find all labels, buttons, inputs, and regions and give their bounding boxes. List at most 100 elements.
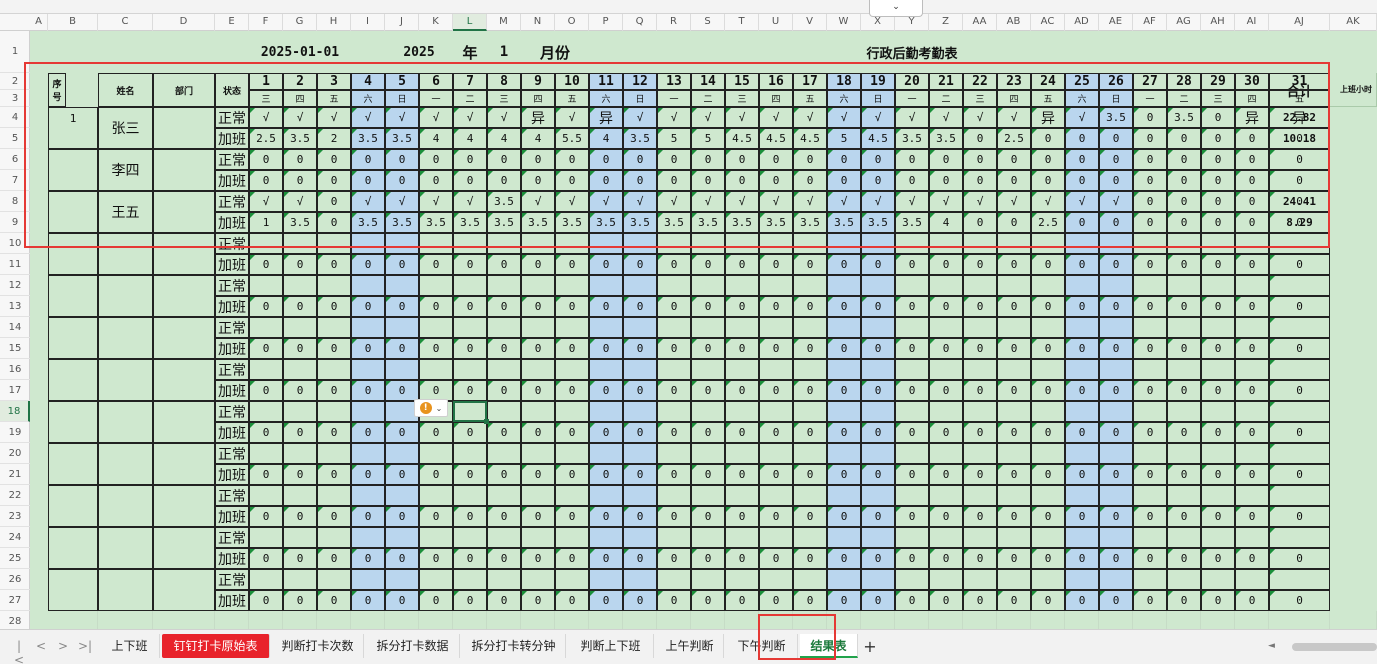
overtime-cell[interactable]: 0 xyxy=(963,128,997,149)
attendance-cell[interactable] xyxy=(1133,359,1167,380)
attendance-cell[interactable]: √ xyxy=(555,191,589,212)
overtime-cell[interactable]: 0 xyxy=(589,548,623,569)
overtime-cell[interactable]: 0 xyxy=(589,254,623,275)
overtime-cell[interactable]: 0 xyxy=(963,422,997,443)
row-header-5[interactable]: 5 xyxy=(0,128,30,149)
seq-cell[interactable] xyxy=(48,317,98,359)
status-overtime[interactable]: 加班 xyxy=(215,254,249,275)
day-header[interactable]: 14 xyxy=(691,73,725,90)
attendance-cell[interactable]: √ xyxy=(589,191,623,212)
attendance-cell[interactable]: √ xyxy=(249,191,283,212)
attendance-cell[interactable]: 0 xyxy=(249,149,283,170)
attendance-cell[interactable] xyxy=(827,485,861,506)
overtime-cell[interactable]: 0 xyxy=(691,338,725,359)
overtime-cell[interactable]: 0 xyxy=(725,506,759,527)
attendance-cell[interactable] xyxy=(725,359,759,380)
attendance-cell[interactable] xyxy=(419,527,453,548)
attendance-cell[interactable] xyxy=(1065,569,1099,590)
sheet-tab[interactable]: 钉钉打卡原始表 xyxy=(162,634,270,658)
attendance-cell[interactable] xyxy=(589,275,623,296)
overtime-cell[interactable]: 1 xyxy=(249,212,283,233)
total-cell[interactable] xyxy=(1269,359,1330,380)
empty-cell[interactable] xyxy=(861,611,895,629)
attendance-cell[interactable]: 0 xyxy=(963,149,997,170)
overtime-cell[interactable]: 0 xyxy=(725,548,759,569)
overtime-cell[interactable]: 0 xyxy=(623,548,657,569)
attendance-cell[interactable] xyxy=(385,317,419,338)
attendance-cell[interactable] xyxy=(1031,527,1065,548)
attendance-cell[interactable] xyxy=(861,569,895,590)
overtime-cell[interactable]: 0 xyxy=(861,170,895,191)
overtime-cell[interactable]: 0 xyxy=(317,380,351,401)
overtime-cell[interactable]: 0 xyxy=(827,380,861,401)
attendance-cell[interactable] xyxy=(793,275,827,296)
attendance-cell[interactable] xyxy=(1235,527,1269,548)
overtime-cell[interactable]: 0 xyxy=(997,254,1031,275)
attendance-cell[interactable] xyxy=(283,359,317,380)
overtime-cell[interactable]: 0 xyxy=(453,590,487,611)
attendance-cell[interactable] xyxy=(385,485,419,506)
overtime-cell[interactable]: 0 xyxy=(385,254,419,275)
attendance-cell[interactable] xyxy=(861,233,895,254)
overtime-cell[interactable]: 0 xyxy=(487,296,521,317)
weekday-header[interactable]: 五 xyxy=(793,90,827,107)
weekday-header[interactable]: 日 xyxy=(385,90,419,107)
overtime-cell[interactable]: 0 xyxy=(861,422,895,443)
attendance-cell[interactable] xyxy=(895,443,929,464)
overtime-cell[interactable]: 5 xyxy=(691,128,725,149)
overtime-cell[interactable]: 3.5 xyxy=(929,128,963,149)
attendance-cell[interactable] xyxy=(487,569,521,590)
overtime-cell[interactable]: 0 xyxy=(895,422,929,443)
column-header-af[interactable]: AF xyxy=(1133,14,1167,31)
attendance-cell[interactable]: √ xyxy=(453,191,487,212)
overtime-cell[interactable]: 0 xyxy=(453,296,487,317)
empty-cell[interactable] xyxy=(555,611,589,629)
attendance-cell[interactable] xyxy=(793,359,827,380)
row-header-21[interactable]: 21 xyxy=(0,464,30,485)
day-header[interactable]: 2 xyxy=(283,73,317,90)
overtime-cell[interactable]: 0 xyxy=(759,170,793,191)
day-header[interactable]: 8 xyxy=(487,73,521,90)
overtime-cell[interactable]: 0 xyxy=(589,338,623,359)
employee-name[interactable] xyxy=(98,275,153,317)
overtime-cell[interactable]: 0 xyxy=(895,506,929,527)
overtime-cell[interactable]: 0 xyxy=(589,464,623,485)
overtime-cell[interactable]: 0 xyxy=(419,380,453,401)
dept-cell[interactable] xyxy=(153,107,215,149)
empty-cell[interactable] xyxy=(48,611,98,629)
empty-cell[interactable] xyxy=(487,611,521,629)
attendance-cell[interactable] xyxy=(1099,485,1133,506)
overtime-cell[interactable]: 0 xyxy=(1065,296,1099,317)
empty-cell[interactable] xyxy=(98,611,153,629)
overtime-cell[interactable]: 3.5 xyxy=(385,128,419,149)
overtime-cell[interactable]: 0 xyxy=(1201,548,1235,569)
overtime-cell[interactable]: 0 xyxy=(1235,338,1269,359)
attendance-cell[interactable] xyxy=(1201,275,1235,296)
overtime-cell[interactable]: 0 xyxy=(1099,338,1133,359)
row-header-16[interactable]: 16 xyxy=(0,359,30,380)
weekday-header[interactable]: 四 xyxy=(997,90,1031,107)
overtime-cell[interactable]: 0 xyxy=(1133,338,1167,359)
overtime-cell[interactable]: 0 xyxy=(895,338,929,359)
overtime-cell[interactable]: 0 xyxy=(317,212,351,233)
empty-cell[interactable] xyxy=(1201,611,1235,629)
attendance-cell[interactable] xyxy=(657,275,691,296)
column-header-ae[interactable]: AE xyxy=(1099,14,1133,31)
attendance-cell[interactable] xyxy=(929,443,963,464)
total-normal[interactable] xyxy=(1269,149,1330,170)
day-header[interactable]: 1 xyxy=(249,73,283,90)
attendance-cell[interactable] xyxy=(351,275,385,296)
attendance-cell[interactable]: 0 xyxy=(793,149,827,170)
attendance-cell[interactable] xyxy=(963,317,997,338)
attendance-cell[interactable] xyxy=(1133,275,1167,296)
overtime-cell[interactable]: 0 xyxy=(725,254,759,275)
attendance-cell[interactable] xyxy=(623,443,657,464)
attendance-cell[interactable] xyxy=(691,401,725,422)
overtime-cell[interactable]: 0 xyxy=(453,464,487,485)
overtime-cell[interactable]: 0 xyxy=(555,254,589,275)
overtime-cell[interactable]: 0 xyxy=(1235,170,1269,191)
overtime-cell[interactable]: 0 xyxy=(1235,422,1269,443)
status-normal[interactable]: 正常 xyxy=(215,569,249,590)
row-header-6[interactable]: 6 xyxy=(0,149,30,170)
weekday-header[interactable]: 六 xyxy=(1065,90,1099,107)
